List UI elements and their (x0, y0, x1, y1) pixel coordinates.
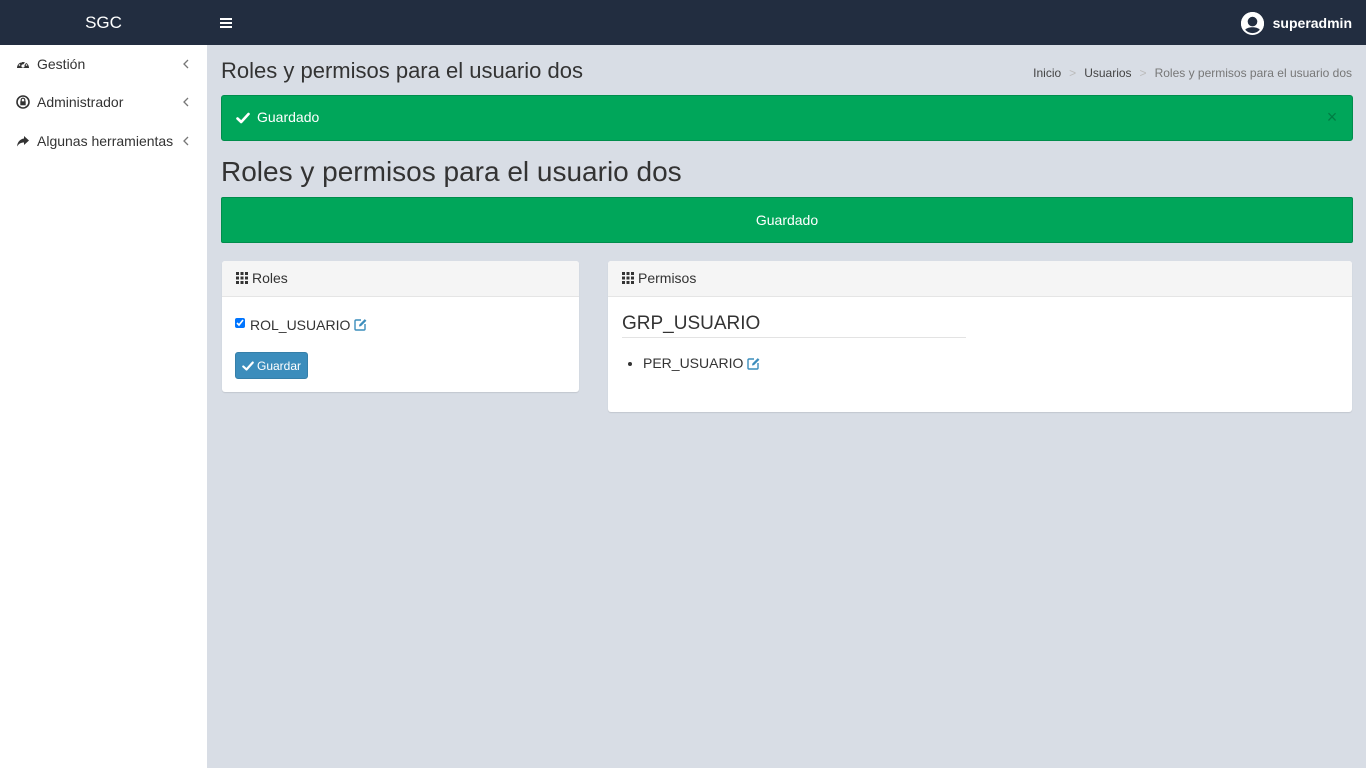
bars-icon (220, 18, 232, 28)
share-icon (17, 136, 29, 147)
sidebar-toggle-button[interactable] (216, 13, 236, 33)
brand-logo[interactable]: SGC (0, 0, 207, 45)
permisos-panel-title: Permisos (638, 270, 697, 286)
sidebar: Gestión Administrador Algunas herramient… (0, 45, 207, 768)
save-button[interactable]: Guardar (235, 352, 308, 379)
breadcrumb-separator: > (1069, 66, 1077, 80)
chevron-left-icon (183, 97, 189, 107)
user-circle-icon (1240, 11, 1264, 35)
permission-label: PER_USUARIO (643, 355, 744, 371)
user-menu[interactable]: superadmin (1240, 11, 1352, 35)
page-title: Roles y permisos para el usuario dos (221, 58, 583, 83)
check-icon (236, 112, 250, 124)
main-heading: Roles y permisos para el usuario dos (221, 156, 682, 187)
sidebar-item-gestion[interactable]: Gestión (0, 45, 207, 83)
save-button-label: Guardar (256, 358, 302, 373)
check-icon (242, 360, 254, 371)
edit-icon[interactable] (354, 318, 367, 331)
breadcrumb: Inicio > Usuarios > Roles y permisos par… (1033, 66, 1352, 80)
roles-panel: Roles ROL_USUARIO Guardar (222, 261, 579, 392)
saved-banner: Guardado (221, 197, 1353, 243)
sidebar-item-herramientas[interactable]: Algunas herramientas (0, 122, 207, 160)
th-icon (236, 272, 248, 284)
sidebar-item-label: Gestión (37, 56, 86, 72)
role-label: ROL_USUARIO (250, 317, 351, 333)
sidebar-item-label: Administrador (37, 94, 124, 110)
list-item: PER_USUARIO (643, 355, 760, 371)
role-item: ROL_USUARIO (235, 313, 367, 333)
breadcrumb-separator: > (1139, 66, 1147, 80)
breadcrumb-item-usuarios[interactable]: Usuarios (1084, 66, 1131, 80)
edit-icon[interactable] (747, 357, 760, 370)
permisos-panel-header: Permisos (608, 261, 1352, 297)
permission-group-title: GRP_USUARIO (622, 313, 761, 334)
divider (622, 337, 966, 338)
breadcrumb-item-inicio[interactable]: Inicio (1033, 66, 1061, 80)
breadcrumb-item-current: Roles y permisos para el usuario dos (1154, 66, 1352, 80)
alert-message: Guardado (257, 109, 320, 125)
tachometer-icon (17, 61, 29, 68)
sidebar-item-label: Algunas herramientas (37, 133, 174, 149)
permisos-panel: Permisos GRP_USUARIO PER_USUARIO (608, 261, 1352, 412)
sidebar-item-administrador[interactable]: Administrador (0, 83, 207, 121)
permission-list: PER_USUARIO (643, 355, 760, 371)
success-alert: Guardado × (221, 95, 1353, 141)
top-navbar: SGC superadmin (0, 0, 1366, 45)
th-icon (622, 272, 634, 284)
roles-panel-header: Roles (222, 261, 579, 297)
roles-panel-title: Roles (252, 270, 288, 286)
role-checkbox[interactable] (235, 318, 245, 328)
chevron-left-icon (183, 59, 189, 69)
close-alert-button[interactable]: × (1324, 108, 1340, 126)
chevron-left-icon (183, 136, 189, 146)
user-name: superadmin (1272, 15, 1352, 31)
lock-circle-icon (16, 95, 30, 109)
